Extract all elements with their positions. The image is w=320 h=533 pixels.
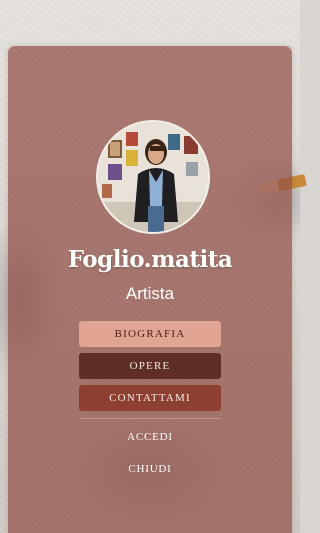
accedi-link[interactable]: ACCEDI — [0, 431, 300, 443]
chiudi-link[interactable]: CHIUDI — [0, 463, 300, 475]
biografia-button[interactable]: BIOGRAFIA — [79, 321, 221, 347]
profile-name: Foglio.matita — [67, 246, 233, 273]
menu-divider — [79, 418, 221, 419]
avatar — [96, 120, 210, 234]
profile-role: Artista — [125, 284, 175, 303]
opere-button[interactable]: OPERE — [79, 353, 221, 379]
avatar-photo — [98, 122, 208, 232]
contattami-button[interactable]: CONTATTAMI — [79, 385, 221, 411]
